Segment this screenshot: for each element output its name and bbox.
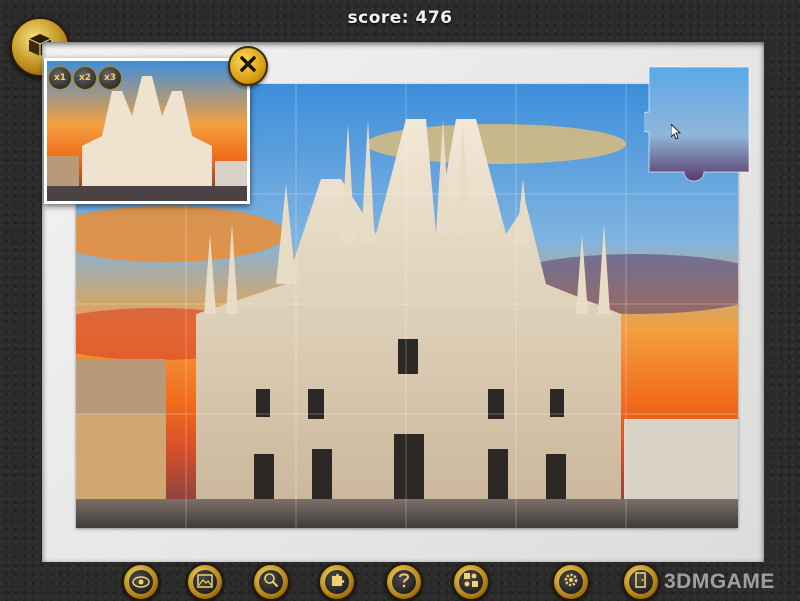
question-icon [397, 572, 411, 592]
watermark: 3DMGAME [664, 570, 775, 593]
gear-icon [563, 572, 579, 592]
puzzle-piece-icon [329, 572, 345, 592]
zoom-x3-button[interactable]: x3 [98, 66, 122, 90]
zoom-x2-button[interactable]: x2 [73, 66, 97, 90]
eye-icon [132, 573, 150, 592]
exit-door-icon [634, 572, 648, 592]
magnifier-icon [263, 572, 279, 592]
score-display: score: 476 [347, 8, 453, 28]
toggle-view-button[interactable] [122, 563, 160, 601]
hint-button[interactable] [385, 563, 423, 601]
close-icon [239, 55, 257, 77]
zoom-x1-button[interactable]: x1 [48, 66, 72, 90]
puzzle-sort-icon [463, 572, 479, 592]
show-picture-button[interactable] [186, 563, 224, 601]
sort-pieces-button[interactable] [452, 563, 490, 601]
loose-puzzle-piece[interactable] [638, 62, 754, 182]
edge-pieces-button[interactable] [318, 563, 356, 601]
magnifier-button[interactable] [252, 563, 290, 601]
mouse-cursor-icon [670, 123, 683, 140]
exit-button[interactable] [622, 563, 660, 601]
settings-button[interactable] [552, 563, 590, 601]
close-preview-button[interactable] [228, 46, 268, 86]
picture-icon [197, 573, 213, 592]
